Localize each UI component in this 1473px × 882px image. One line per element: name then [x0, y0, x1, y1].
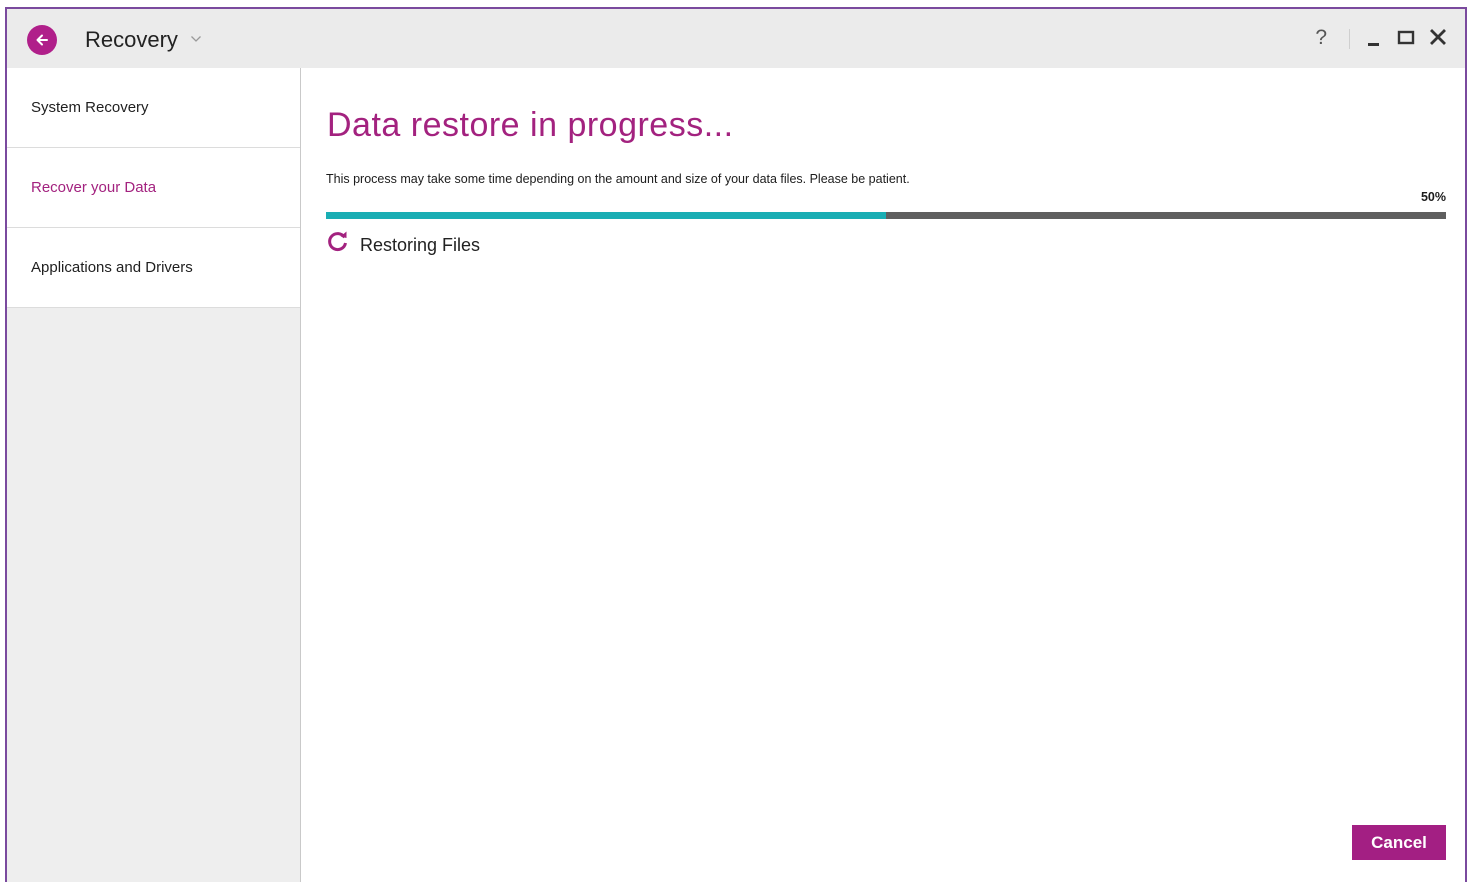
sidebar-item-label: System Recovery [31, 99, 149, 116]
page-title: Data restore in progress... [327, 106, 734, 144]
app-window: Recovery ? System Recovery Recover your … [5, 7, 1467, 882]
progress-description: This process may take some time dependin… [326, 172, 910, 186]
cancel-button[interactable]: Cancel [1352, 825, 1446, 860]
maximize-icon [1397, 30, 1415, 45]
status-text: Restoring Files [360, 235, 481, 255]
close-icon [1430, 29, 1446, 45]
app-title: Recovery [85, 27, 178, 52]
sidebar-item-label: Applications and Drivers [31, 259, 193, 276]
help-button[interactable]: ? [1315, 24, 1327, 52]
back-button[interactable] [27, 25, 57, 55]
minimize-icon [1368, 43, 1379, 46]
progress-bar [326, 212, 1446, 219]
close-button[interactable] [1427, 27, 1449, 49]
sidebar-item-recover-your-data[interactable]: Recover your Data [7, 148, 300, 228]
progress-bar-fill [326, 212, 886, 219]
title-dropdown[interactable] [190, 31, 202, 49]
sidebar-item-label: Recover your Data [31, 179, 157, 196]
maximize-button[interactable] [1395, 27, 1417, 49]
refresh-icon [328, 231, 347, 252]
arrow-left-icon [36, 34, 48, 46]
sidebar-item-applications-and-drivers[interactable]: Applications and Drivers [7, 228, 300, 308]
title-bar: Recovery ? [7, 9, 1465, 68]
sidebar-item-system-recovery[interactable]: System Recovery [7, 68, 300, 148]
progress-percent: 50% [1420, 190, 1446, 204]
title-separator [1349, 29, 1350, 49]
sidebar: System Recovery Recover your Data Applic… [7, 68, 301, 882]
main-content: Data restore in progress... This process… [301, 68, 1465, 882]
chevron-down-icon [191, 36, 201, 42]
minimize-button[interactable] [1363, 27, 1385, 49]
